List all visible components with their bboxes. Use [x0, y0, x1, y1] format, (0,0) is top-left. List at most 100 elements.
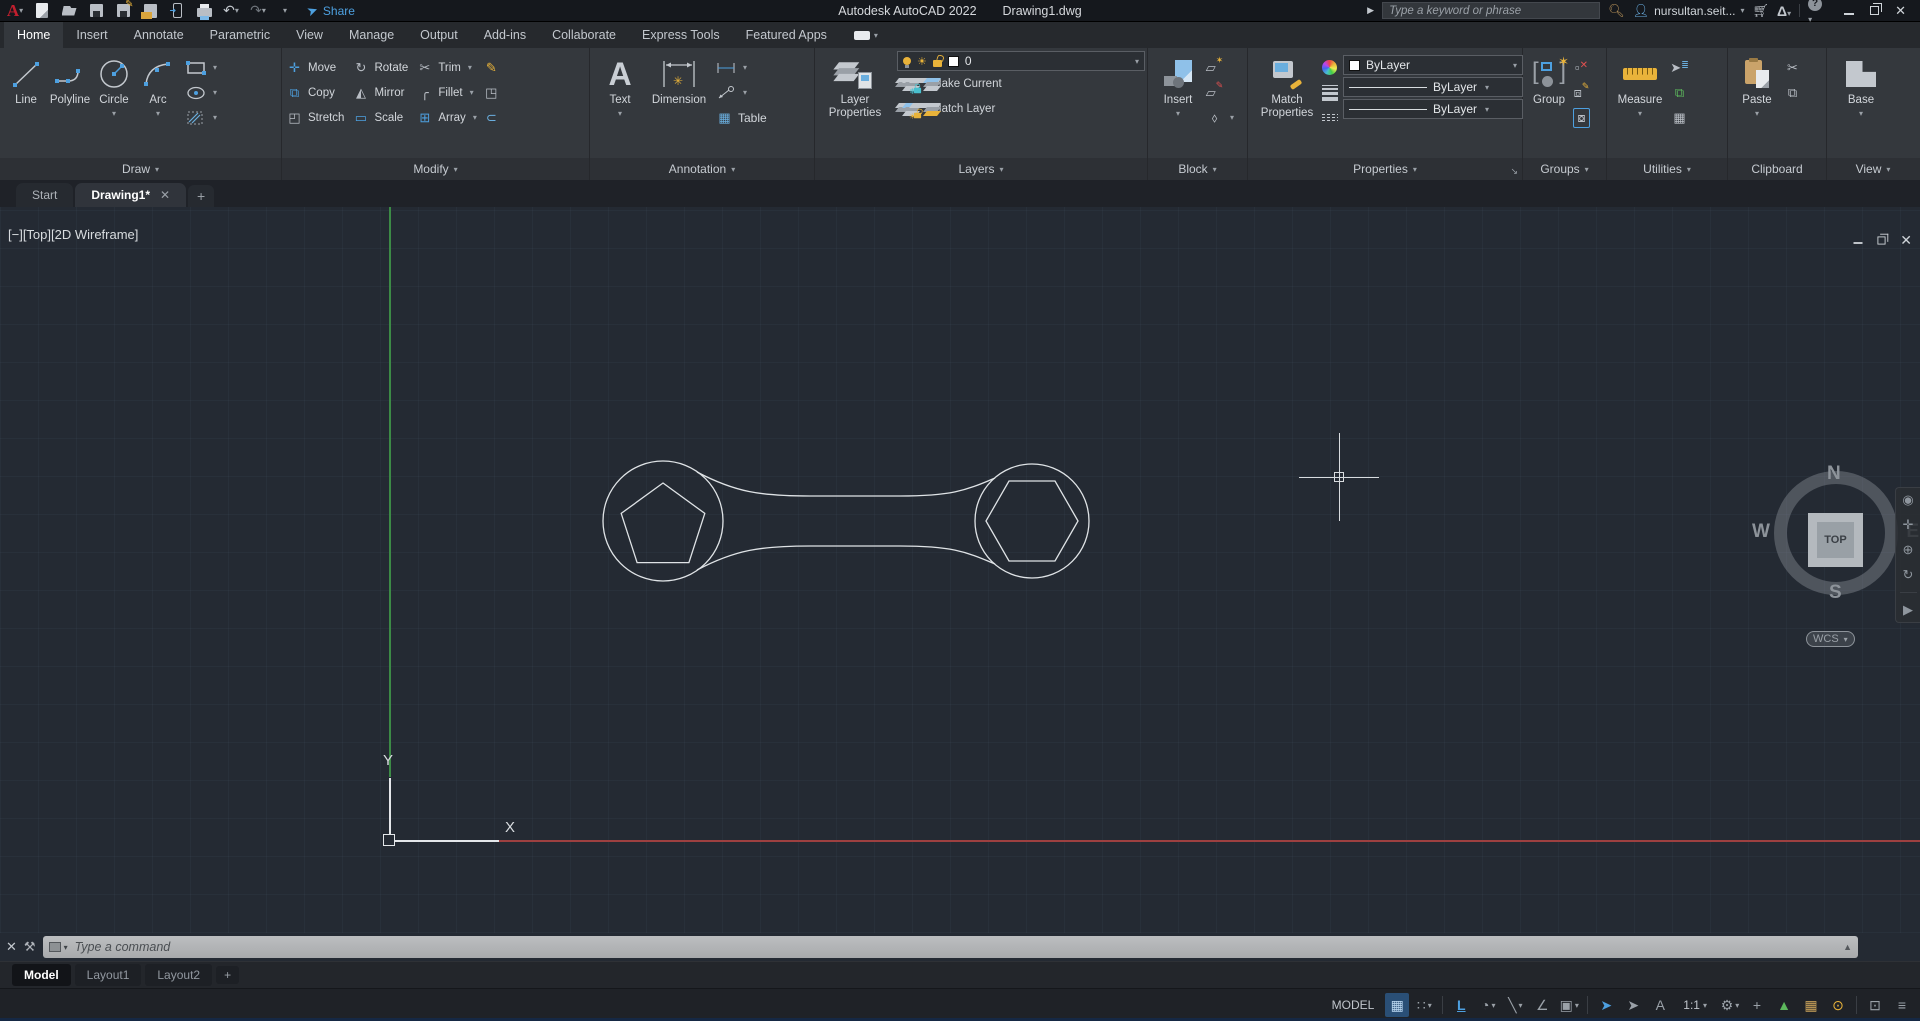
workspace-switching[interactable]: ⚙▾ [1718, 993, 1742, 1017]
properties-panel-label[interactable]: Properties▾↘ [1248, 158, 1523, 180]
layer-unisolate-icon[interactable] [904, 103, 905, 115]
layer-properties-button[interactable]: Layer Properties [819, 51, 891, 158]
ribbon-display-toggle[interactable]: ▾ [854, 22, 878, 48]
polar-tracking-toggle[interactable]: ◔▾ [1476, 993, 1500, 1017]
autoscale-toggle[interactable]: ➤ [1621, 993, 1645, 1017]
layer-on2-icon[interactable] [897, 103, 898, 115]
ortho-mode-toggle[interactable]: L [1449, 993, 1473, 1017]
new-drawing-tab-button[interactable]: + [188, 185, 214, 207]
match-properties-button[interactable]: Match Properties [1252, 51, 1322, 158]
search-input[interactable] [1389, 5, 1593, 17]
object-color-button[interactable] [1322, 55, 1338, 80]
select-similar-button[interactable]: ⧉ [1671, 80, 1688, 105]
save-icon[interactable] [87, 2, 105, 20]
base-button[interactable]: Base ▾ [1831, 51, 1891, 158]
layer-freeze-icon[interactable]: ❄ [911, 78, 912, 90]
save-to-mobile-icon[interactable] [168, 2, 186, 20]
layout-tab-layout1[interactable]: Layout1 [75, 964, 142, 986]
ribbon-tab-annotate[interactable]: Annotate [121, 22, 197, 48]
text-button[interactable]: A Text ▾ [594, 51, 646, 158]
window-restore-icon[interactable] [1870, 6, 1879, 15]
circle-dropdown-icon[interactable]: ▾ [112, 109, 116, 118]
table-button[interactable]: ▦Table [716, 105, 767, 130]
ribbon-tab-view[interactable]: View [283, 22, 336, 48]
explode-button[interactable]: ◳ [483, 80, 500, 105]
leader-button[interactable]: ▾ [716, 80, 767, 105]
layer-thaw-icon[interactable]: ☀ [917, 55, 927, 68]
polyline-button[interactable]: Polyline [48, 51, 92, 158]
layer-unlock-icon[interactable] [933, 60, 942, 67]
draw-panel-label[interactable]: Draw▾ [0, 158, 282, 180]
linear-dimension-button[interactable]: ▾ [716, 55, 767, 80]
utilities-panel-label[interactable]: Utilities▾ [1607, 158, 1728, 180]
copy-clip-button[interactable]: ⧉ [1784, 80, 1801, 105]
create-block-button[interactable]: ▱✶ [1206, 55, 1234, 80]
file-tab-start[interactable]: Start [16, 183, 73, 207]
layer-thaw2-icon[interactable]: ☀ [911, 103, 912, 115]
open-from-web-icon[interactable] [141, 2, 159, 20]
ribbon-tab-insert[interactable]: Insert [63, 22, 120, 48]
hatch-button[interactable]: ▾ [186, 105, 217, 130]
lock-ui[interactable]: ⊙ [1826, 993, 1850, 1017]
text-dropdown-icon[interactable]: ▾ [618, 109, 622, 118]
qat-customize-icon[interactable]: ▾ [276, 2, 294, 20]
scale-button[interactable]: ▭Scale [352, 105, 408, 130]
quick-select-button[interactable]: ➤≣ [1671, 55, 1688, 80]
wrench-drawing[interactable] [0, 207, 1920, 933]
make-current-label[interactable]: Make Current [932, 78, 1002, 90]
line-button[interactable]: Line [4, 51, 48, 158]
autodesk-logo-icon[interactable]: Δ▾ [1777, 3, 1791, 19]
clean-screen-toggle[interactable]: ⊡ [1863, 993, 1887, 1017]
help-icon[interactable]: ?▾ [1808, 0, 1822, 25]
paste-dropdown-icon[interactable]: ▾ [1755, 109, 1759, 118]
search-expand-icon[interactable]: ▶ [1367, 5, 1374, 16]
ribbon-tab-parametric[interactable]: Parametric [197, 22, 283, 48]
annotation-panel-label[interactable]: Annotation▾ [590, 158, 815, 180]
open-file-icon[interactable] [60, 2, 78, 20]
command-close-icon[interactable]: ✕ [2, 939, 17, 955]
linetype-dropdown[interactable]: ByLayer▾ [1343, 99, 1523, 119]
dimension-button[interactable]: ✳ Dimension [646, 51, 712, 158]
arc-button[interactable]: Arc ▾ [136, 51, 180, 158]
search-icon[interactable]: 🔍︎ [1608, 3, 1625, 19]
save-as-icon[interactable] [114, 2, 132, 20]
quick-calculator-button[interactable]: ▦ [1671, 105, 1688, 130]
ribbon-tab-manage[interactable]: Manage [336, 22, 407, 48]
edit-attributes-button[interactable]: ▱✎ [1206, 80, 1234, 105]
layers-panel-label[interactable]: Layers▾ [815, 158, 1148, 180]
layer-dropdown-icon[interactable]: ▾ [1135, 57, 1139, 66]
annotation-visibility-toggle[interactable]: ➤ [1594, 993, 1618, 1017]
layer-unlock2-icon[interactable] [918, 103, 919, 115]
group-button[interactable]: []✶ Group [1527, 51, 1571, 158]
file-tab-drawing1[interactable]: Drawing1*✕ [75, 183, 186, 207]
stretch-button[interactable]: ◰Stretch [286, 105, 344, 130]
erase-button[interactable]: ✎ [483, 55, 500, 80]
mirror-button[interactable]: ◭Mirror [352, 80, 408, 105]
layer-on-icon[interactable] [903, 57, 911, 65]
cut-button[interactable]: ✂ [1784, 55, 1801, 80]
command-history-expand-icon[interactable]: ▲ [1843, 942, 1852, 952]
share-button[interactable]: ➤Share [307, 3, 355, 19]
window-close-icon[interactable]: ✕ [1895, 4, 1906, 17]
offset-button[interactable]: ⊂ [483, 105, 500, 130]
layer-select-dropdown[interactable]: ☀ 0 ▾ [897, 51, 1145, 71]
rotate-button[interactable]: ↻Rotate [352, 55, 408, 80]
trim-button[interactable]: ✂Trim▾ [416, 55, 477, 80]
object-snap-toggle[interactable]: ▣▾ [1557, 993, 1581, 1017]
annotation-scale[interactable]: 1:1▾ [1675, 998, 1715, 1012]
insert-dropdown-icon[interactable]: ▾ [1176, 109, 1180, 118]
lineweight-dropdown[interactable]: ByLayer▾ [1343, 77, 1523, 97]
command-line-bar[interactable]: ▾ ▲ [43, 936, 1858, 958]
window-minimize-icon[interactable] [1844, 13, 1854, 15]
ribbon-tab-express-tools[interactable]: Express Tools [629, 22, 733, 48]
model-space-button[interactable]: MODEL [1324, 998, 1383, 1012]
grid-display-toggle[interactable]: ▦ [1385, 993, 1409, 1017]
rectangle-button[interactable]: ▾ [186, 55, 217, 80]
ribbon-tab-collaborate[interactable]: Collaborate [539, 22, 629, 48]
groups-panel-label[interactable]: Groups▾ [1523, 158, 1607, 180]
insert-button[interactable]: Insert ▾ [1152, 51, 1204, 158]
customization-menu[interactable]: ≡ [1890, 993, 1914, 1017]
modify-panel-label[interactable]: Modify▾ [282, 158, 590, 180]
manage-attributes-button[interactable]: ⬨▾ [1206, 105, 1234, 130]
new-layout-button[interactable]: + [216, 966, 239, 984]
